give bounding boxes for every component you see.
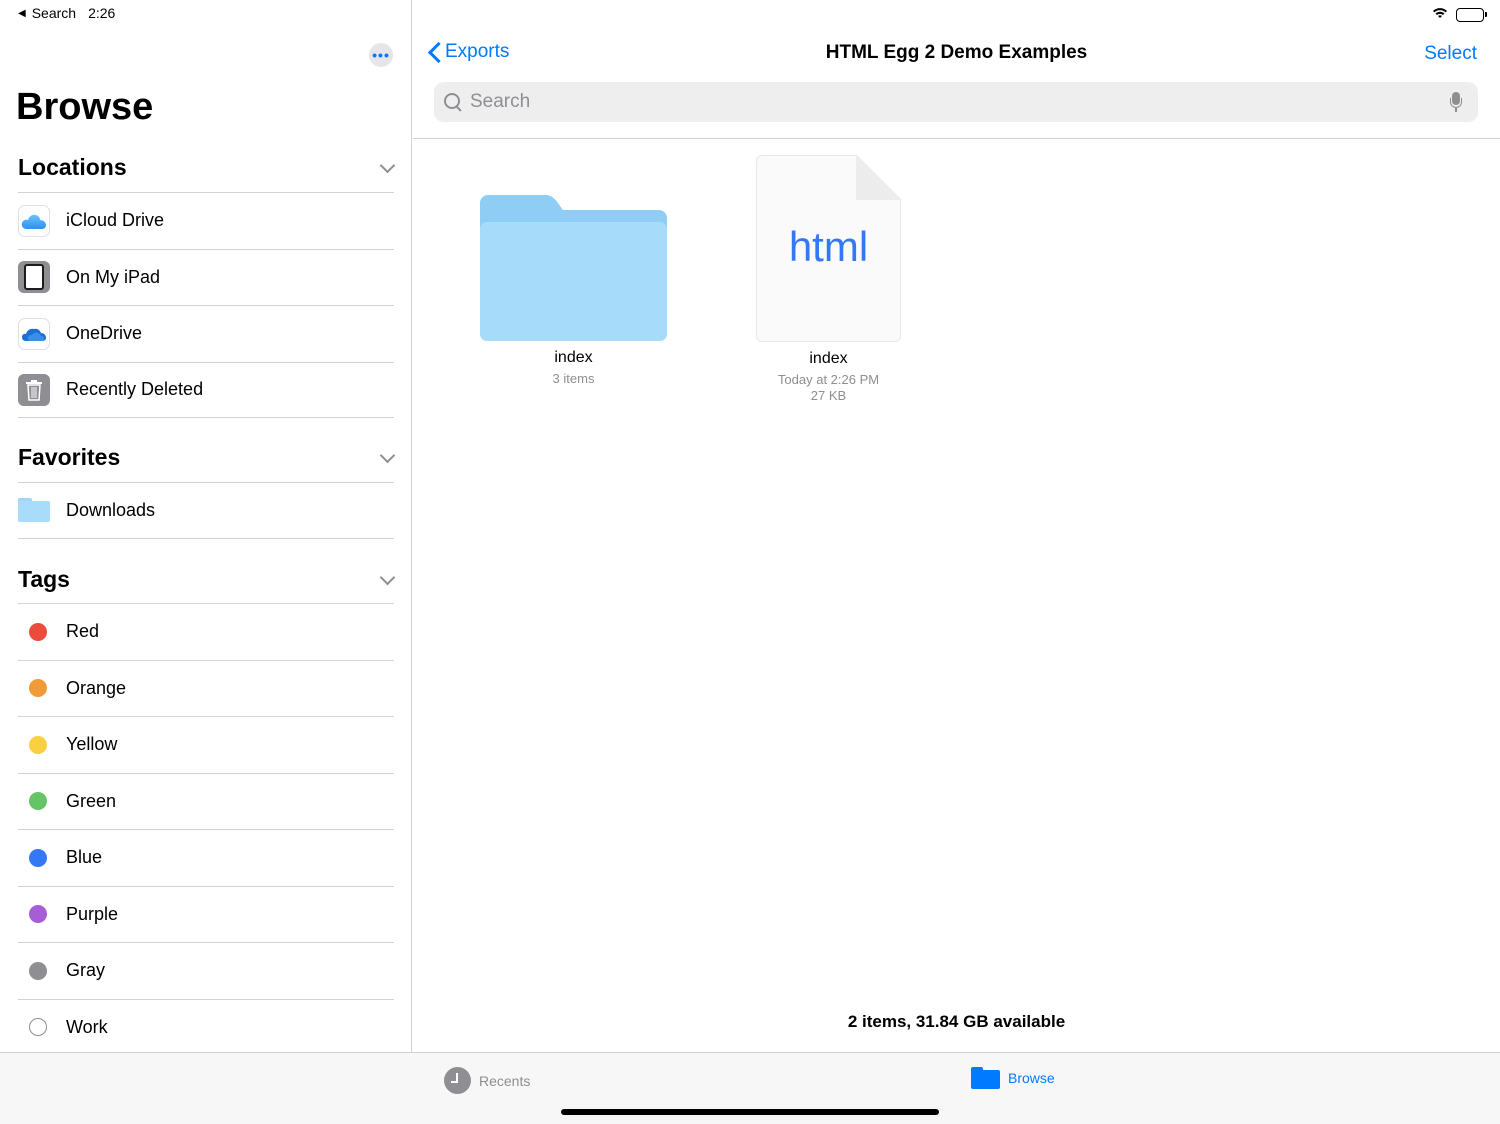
sidebar-item-label: iCloud Drive bbox=[66, 210, 165, 231]
back-triangle-icon[interactable]: ◀ bbox=[18, 8, 26, 19]
sidebar-item-tag-yellow[interactable]: Yellow bbox=[18, 716, 394, 773]
folder-icon bbox=[971, 1067, 1000, 1089]
locations-section-header[interactable]: Locations bbox=[18, 142, 394, 192]
chevron-down-icon[interactable] bbox=[380, 160, 394, 174]
sidebar-item-onedrive[interactable]: OneDrive bbox=[18, 305, 394, 362]
chevron-down-icon[interactable] bbox=[380, 450, 394, 464]
sidebar-item-label: OneDrive bbox=[66, 323, 143, 344]
icloud-icon bbox=[18, 204, 50, 237]
work-tag-dot-icon bbox=[28, 1018, 47, 1037]
sidebar-item-label: Orange bbox=[66, 677, 127, 698]
purple-tag-dot-icon bbox=[28, 905, 47, 924]
status-bar-left: ◀ Search 2:26 bbox=[18, 5, 115, 21]
blue-tag-dot-icon bbox=[28, 848, 47, 867]
sidebar-item-downloads[interactable]: Downloads bbox=[18, 482, 394, 539]
more-options-button[interactable]: ••• bbox=[369, 43, 393, 67]
header-divider bbox=[413, 138, 1500, 139]
gray-tag-dot-icon bbox=[28, 961, 47, 980]
orange-tag-dot-icon bbox=[28, 679, 47, 698]
clock-icon bbox=[444, 1067, 471, 1094]
sidebar-title: Browse bbox=[16, 86, 154, 128]
status-back-label[interactable]: Search bbox=[32, 5, 76, 21]
home-indicator[interactable] bbox=[561, 1109, 939, 1115]
tab-browse[interactable]: Browse bbox=[971, 1067, 1055, 1089]
tab-recents-label: Recents bbox=[479, 1072, 531, 1089]
sidebar-item-label: Red bbox=[66, 621, 100, 642]
page-title: HTML Egg 2 Demo Examples bbox=[825, 42, 1088, 63]
sidebar-item-on-my-ipad[interactable]: On My iPad bbox=[18, 248, 394, 306]
sidebar-item-label: Downloads bbox=[66, 499, 156, 520]
sidebar: ◀ Search 2:26 ••• Browse Locations iClou… bbox=[0, 0, 412, 1052]
sidebar-item-tag-green[interactable]: Green bbox=[18, 772, 394, 830]
wifi-icon bbox=[1432, 6, 1448, 24]
status-bar-right bbox=[1432, 6, 1487, 24]
main-content: Exports HTML Egg 2 Demo Examples Select … bbox=[413, 0, 1500, 1052]
sidebar-item-tag-orange[interactable]: Orange bbox=[18, 659, 394, 717]
sidebar-item-label: Green bbox=[66, 790, 117, 811]
ipad-icon bbox=[18, 261, 50, 294]
tags-title: Tags bbox=[18, 565, 70, 592]
green-tag-dot-icon bbox=[28, 792, 47, 811]
sidebar-item-label: Yellow bbox=[66, 734, 118, 755]
status-time: 2:26 bbox=[88, 5, 116, 21]
sidebar-item-tag-purple[interactable]: Purple bbox=[18, 885, 394, 943]
ellipsis-icon: ••• bbox=[372, 47, 390, 63]
folder-item-index[interactable]: index 3 items bbox=[480, 195, 667, 387]
sidebar-item-icloud-drive[interactable]: iCloud Drive bbox=[18, 192, 394, 249]
storage-summary: 2 items, 31.84 GB available bbox=[847, 1012, 1066, 1031]
tab-browse-label: Browse bbox=[1008, 1070, 1055, 1086]
search-icon bbox=[444, 93, 462, 111]
file-item-index-html[interactable]: html index Today at 2:26 PM 27 KB bbox=[756, 154, 902, 404]
favorites-title: Favorites bbox=[18, 443, 121, 470]
downloads-folder-icon bbox=[18, 494, 50, 526]
tags-section-header[interactable]: Tags bbox=[18, 554, 394, 604]
sidebar-item-recently-deleted[interactable]: Recently Deleted bbox=[18, 361, 394, 418]
folder-icon bbox=[480, 195, 667, 341]
yellow-tag-dot-icon bbox=[28, 735, 47, 754]
chevron-down-icon[interactable] bbox=[380, 572, 394, 586]
sidebar-item-tag-work[interactable]: Work bbox=[18, 998, 394, 1056]
sidebar-item-label: Work bbox=[66, 1016, 108, 1037]
red-tag-dot-icon bbox=[28, 622, 47, 641]
battery-icon bbox=[1456, 8, 1487, 22]
tab-recents[interactable]: Recents bbox=[444, 1067, 530, 1094]
html-file-icon: html bbox=[756, 154, 902, 342]
item-name: index bbox=[554, 349, 593, 366]
search-field[interactable]: Search bbox=[434, 82, 1478, 122]
sidebar-item-tag-blue[interactable]: Blue bbox=[18, 829, 394, 886]
locations-title: Locations bbox=[18, 153, 127, 180]
item-file-size: 27 KB bbox=[810, 388, 847, 403]
item-name: index bbox=[809, 350, 848, 367]
sidebar-item-label: Purple bbox=[66, 903, 119, 924]
favorites-list: Downloads bbox=[18, 482, 394, 539]
search-input[interactable]: Search bbox=[470, 91, 530, 113]
trash-icon bbox=[18, 373, 50, 406]
item-modified-date: Today at 2:26 PM bbox=[777, 372, 880, 387]
favorites-section-header[interactable]: Favorites bbox=[18, 432, 394, 482]
sidebar-item-label: Recently Deleted bbox=[66, 379, 204, 400]
sidebar-item-tag-red[interactable]: Red bbox=[18, 603, 394, 660]
microphone-icon[interactable] bbox=[1450, 92, 1462, 112]
sidebar-item-tag-gray[interactable]: Gray bbox=[18, 942, 394, 999]
tags-list: Red Orange Yellow Green Blue Purple Gray bbox=[18, 603, 394, 1055]
sidebar-item-label: Gray bbox=[66, 960, 106, 981]
select-button[interactable]: Select bbox=[1424, 43, 1477, 65]
file-extension-label: html bbox=[788, 223, 869, 270]
locations-list: iCloud Drive On My iPad OneDrive Recentl… bbox=[18, 192, 394, 418]
sidebar-item-label: On My iPad bbox=[66, 266, 161, 287]
onedrive-icon bbox=[18, 317, 50, 350]
item-meta: 3 items bbox=[552, 371, 595, 386]
sidebar-item-label: Blue bbox=[66, 847, 103, 868]
